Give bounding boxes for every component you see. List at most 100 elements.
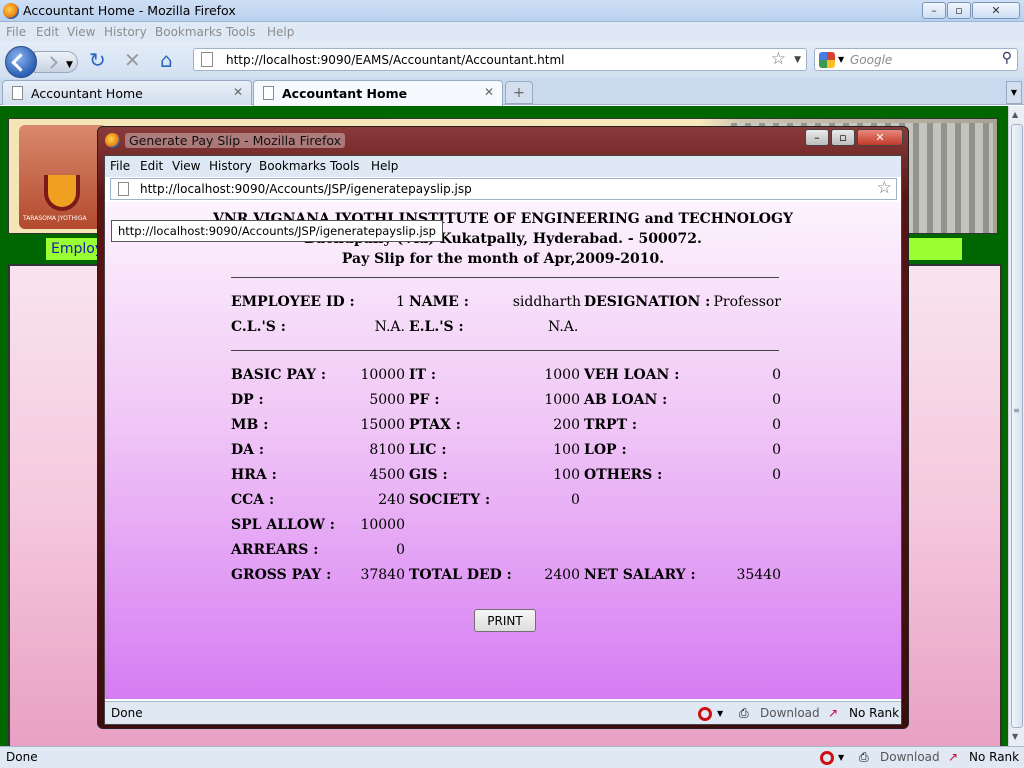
menu-help[interactable]: Help [267,25,294,39]
new-tab-button[interactable]: + [505,81,533,104]
popup-maximize-button[interactable]: ▫ [831,129,855,146]
maximize-button[interactable]: ▫ [947,2,971,19]
gis-label: GIS : [409,467,448,483]
spl-allow-label: SPL ALLOW : [231,517,335,533]
menu-history[interactable]: History [104,25,147,39]
firefox-icon [3,3,19,19]
rank-icon: ↗ [828,706,839,720]
basic-pay-label: BASIC PAY : [231,367,327,383]
mb-value: 15000 [360,417,405,433]
scroll-grip-icon: ≡ [1013,406,1020,415]
tab-close-icon[interactable]: ✕ [233,85,243,99]
adblock-icon[interactable] [820,751,834,765]
url-tooltip: http://localhost:9090/Accounts/JSP/igene… [111,220,443,242]
url-bar[interactable]: http://localhost:9090/EAMS/Accountant/Ac… [193,48,807,71]
employee-id-value: 1 [396,294,405,310]
net-salary-value: 35440 [736,567,781,583]
home-icon[interactable]: ⌂ [160,50,173,70]
google-icon[interactable] [819,52,835,68]
employee-nav-label: Employ [51,241,104,257]
popup-rank-label[interactable]: No Rank [849,706,899,720]
popup-menu-view[interactable]: View [172,159,200,173]
search-engine-dropdown-icon[interactable]: ▼ [838,55,844,64]
popup-download-label[interactable]: Download [760,706,820,720]
tab-accountant-home-1[interactable]: Accountant Home ✕ [2,80,252,105]
arrears-value: 0 [396,542,405,558]
vertical-scrollbar[interactable]: ▲ ≡ ▼ [1008,106,1024,746]
url-dropdown-icon[interactable]: ▼ [794,55,801,65]
menu-edit[interactable]: Edit [36,25,59,39]
employee-nav-tab[interactable]: Employ [46,238,103,260]
page-icon [118,182,129,196]
society-label: SOCIETY : [409,492,491,508]
download-icon[interactable]: ⎙ [859,750,869,765]
tab-list-dropdown-icon[interactable]: ▼ [1006,81,1022,104]
tab-close-icon[interactable]: ✕ [484,85,494,99]
employee-name-label: NAME : [409,294,469,310]
logo-text: TARASOMA JYOTHIGA [23,215,87,222]
popup-menu-tools[interactable]: Tools [330,159,360,173]
dp-label: DP : [231,392,264,408]
popup-menu-file[interactable]: File [110,159,130,173]
popup-client-area: File Edit View History Bookmarks Tools H… [104,155,902,725]
download-label[interactable]: Download [880,750,940,764]
lop-value: 0 [772,442,781,458]
adblock-dropdown-icon[interactable]: ▼ [838,753,844,762]
search-icon[interactable]: ⚲ [1002,50,1012,66]
cl-label: C.L.'S : [231,319,286,335]
close-button[interactable]: ✕ [972,2,1020,19]
tab-bar: Accountant Home ✕ Accountant Home ✕ + ▼ [0,78,1024,106]
rank-label[interactable]: No Rank [969,750,1019,764]
designation-label: DESIGNATION : [584,294,711,310]
hra-value: 4500 [369,467,405,483]
bookmark-star-icon[interactable]: ☆ [771,49,786,69]
adblock-dropdown-icon[interactable]: ▼ [717,709,723,718]
popup-minimize-button[interactable]: – [805,129,829,146]
arrears-label: ARREARS : [231,542,319,558]
scroll-up-icon[interactable]: ▲ [1012,110,1018,119]
tab-accountant-home-2[interactable]: Accountant Home ✕ [253,80,503,106]
veh-loan-value: 0 [772,367,781,383]
popup-menu-help[interactable]: Help [371,159,398,173]
popup-menu-history[interactable]: History [209,159,252,173]
scroll-thumb[interactable] [1011,124,1023,728]
popup-menu-edit[interactable]: Edit [140,159,163,173]
nav-tab-right[interactable] [908,238,962,260]
back-button[interactable] [5,46,37,78]
da-label: DA : [231,442,265,458]
scroll-down-icon[interactable]: ▼ [1012,732,1018,741]
total-ded-value: 2400 [544,567,580,583]
popup-close-button[interactable]: ✕ [857,129,903,146]
gross-pay-value: 37840 [360,567,405,583]
bookmark-star-icon[interactable]: ☆ [877,178,892,198]
menu-tools[interactable]: Tools [226,25,256,39]
window-title-bar: Accountant Home - Mozilla Firefox – ▫ ✕ [0,0,1024,22]
menu-view[interactable]: View [67,25,95,39]
popup-title: Generate Pay Slip - Mozilla Firefox [125,133,346,148]
spl-allow-value: 10000 [360,517,405,533]
tab-label: Accountant Home [31,86,143,101]
rank-icon: ↗ [948,750,959,764]
print-button[interactable]: PRINT [474,609,536,632]
trpt-label: TRPT : [584,417,638,433]
stop-icon[interactable]: ✕ [124,50,141,70]
page-icon [12,86,23,100]
popup-url-bar[interactable]: http://localhost:9090/Accounts/JSP/igene… [110,178,897,200]
history-dropdown-icon[interactable]: ▼ [66,55,73,75]
total-ded-label: TOTAL DED : [409,567,512,583]
adblock-icon[interactable] [698,707,712,721]
da-value: 8100 [369,442,405,458]
hra-label: HRA : [231,467,277,483]
gross-pay-label: GROSS PAY : [231,567,332,583]
popup-menu-bookmarks[interactable]: Bookmarks [259,159,326,173]
menu-file[interactable]: File [6,25,26,39]
menu-bookmarks[interactable]: Bookmarks [155,25,222,39]
society-value: 0 [571,492,580,508]
download-icon[interactable]: ⎙ [739,706,749,721]
reload-icon[interactable]: ↻ [89,50,106,70]
logo-emblem [44,175,80,211]
search-bar[interactable]: ▼ Google ⚲ [814,48,1018,71]
dp-value: 5000 [369,392,405,408]
minimize-button[interactable]: – [922,2,946,19]
lic-label: LIC : [409,442,447,458]
